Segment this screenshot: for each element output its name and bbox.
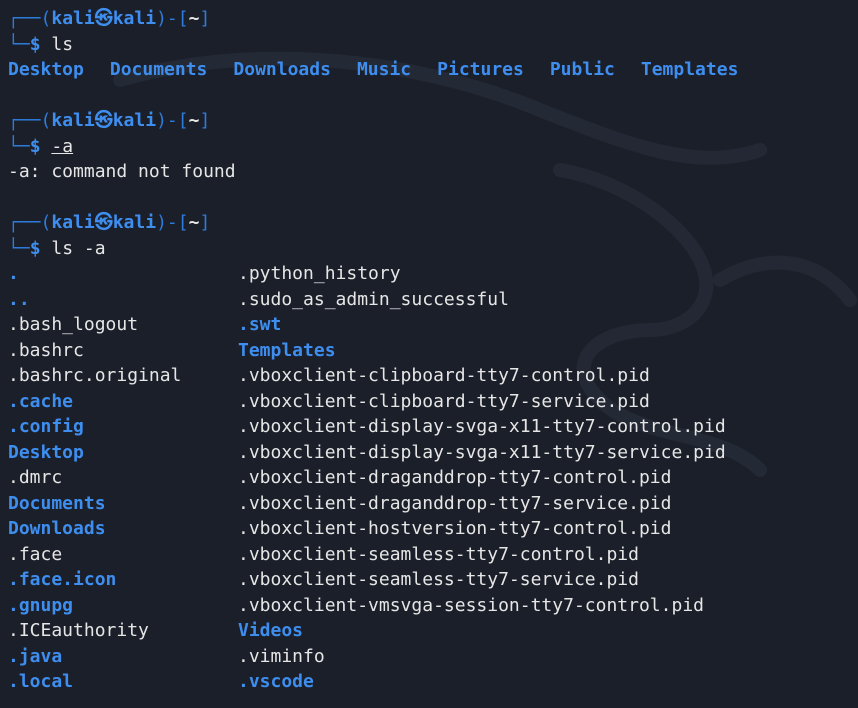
prompt-at-symbol: ㉿ bbox=[94, 212, 113, 233]
dir-entry: Desktop bbox=[8, 441, 84, 463]
dir-entry: .cache bbox=[8, 390, 74, 412]
file-entry: .vboxclient-display-svga-x11-tty7-contro… bbox=[238, 416, 726, 437]
list-item: .face.icon .vboxclient-seamless-tty7-serv… bbox=[8, 567, 850, 593]
list-item: .cache .vboxclient-clipboard-tty7-service… bbox=[8, 389, 850, 415]
list-item: Documents .vboxclient-draganddrop-tty7-se… bbox=[8, 491, 850, 517]
dir-entry: Desktop bbox=[8, 59, 84, 80]
command-line-3: └─$ ls -a bbox=[8, 237, 106, 259]
file-entry: .ICEauthority bbox=[8, 620, 149, 641]
list-item: .config .vboxclient-display-svga-x11-tty7… bbox=[8, 414, 850, 440]
file-entry: .face bbox=[8, 543, 63, 565]
prompt-user: kali bbox=[51, 212, 95, 233]
dir-entry: .gnupg bbox=[8, 594, 74, 616]
file-entry: .bash_logout bbox=[8, 314, 139, 335]
file-entry: .bashrc bbox=[8, 339, 84, 361]
dir-entry: .swt bbox=[238, 314, 282, 335]
dir-entry: Templates bbox=[238, 339, 336, 361]
file-entry: .vboxclient-clipboard-tty7-control.pid bbox=[238, 365, 650, 386]
dir-entry: Videos bbox=[238, 620, 304, 641]
prompt-cwd: ~ bbox=[188, 8, 200, 29]
command-text: -a bbox=[51, 135, 74, 157]
list-item: .bashrc.original .vboxclient-clipboard-tt… bbox=[8, 363, 850, 389]
dir-entry: Documents bbox=[8, 492, 106, 514]
dir-entry: .face.icon bbox=[8, 569, 117, 590]
dir-entry: .. bbox=[8, 288, 30, 310]
list-item: .ICEauthority Videos bbox=[8, 618, 850, 644]
dir-entry: Downloads bbox=[233, 59, 331, 80]
dir-entry: Downloads bbox=[8, 518, 106, 539]
prompt-cwd: ~ bbox=[188, 110, 200, 131]
list-item: .. .sudo_as_admin_successful bbox=[8, 287, 850, 313]
dir-entry: Music bbox=[356, 59, 412, 80]
prompt-dollar: $ bbox=[29, 33, 41, 55]
prompt-dollar: $ bbox=[29, 135, 41, 157]
list-item: Desktop .vboxclient-display-svga-x11-tty7… bbox=[8, 440, 850, 466]
dir-entry: .local bbox=[8, 671, 74, 692]
file-entry: .vboxclient-draganddrop-tty7-service.pid bbox=[238, 492, 672, 514]
ls-output-row: Desktop Documents Downloads Music Pictures Pu… bbox=[8, 57, 850, 83]
list-item: .gnupg .vboxclient-vmsvga-session-tty7-co… bbox=[8, 593, 850, 619]
command-line-1: └─$ ls bbox=[8, 33, 74, 55]
command-line-2: └─$ -a bbox=[8, 135, 74, 157]
file-entry: .bashrc.original bbox=[8, 365, 182, 386]
file-entry: .viminfo bbox=[238, 645, 325, 667]
prompt-line-3: ┌──(kali㉿kali)-[~] bbox=[8, 212, 211, 233]
file-entry: .vboxclient-draganddrop-tty7-control.pid bbox=[238, 467, 672, 488]
dir-entry: Templates bbox=[640, 59, 739, 80]
prompt-line-2: ┌──(kali㉿kali)-[~] bbox=[8, 110, 211, 131]
dir-entry: .java bbox=[8, 645, 63, 667]
prompt-host: kali bbox=[112, 212, 157, 233]
file-entry: .vboxclient-display-svga-x11-tty7-servic… bbox=[238, 441, 726, 463]
list-item: .bashrc Templates bbox=[8, 338, 850, 364]
prompt-cwd: ~ bbox=[188, 212, 200, 233]
prompt-line-1: ┌──(kali㉿kali)-[~] bbox=[8, 8, 211, 29]
terminal-output[interactable]: ┌──(kali㉿kali)-[~] └─$ ls Desktop Documen… bbox=[8, 6, 850, 695]
command-text: ls bbox=[51, 33, 74, 55]
file-entry: .vboxclient-seamless-tty7-service.pid bbox=[238, 569, 639, 590]
prompt-user: kali bbox=[51, 8, 95, 29]
command-text: ls -a bbox=[51, 237, 106, 259]
prompt-at-symbol: ㉿ bbox=[94, 110, 113, 131]
dir-entry: .config bbox=[8, 416, 84, 437]
dir-entry: . bbox=[8, 263, 19, 284]
prompt-host: kali bbox=[112, 110, 157, 131]
list-item: .bash_logout .swt bbox=[8, 312, 850, 338]
ls-a-listing: . .python_history.. .sudo_as_admin_success… bbox=[8, 261, 850, 695]
list-item: .dmrc .vboxclient-draganddrop-tty7-contro… bbox=[8, 465, 850, 491]
file-entry: .sudo_as_admin_successful bbox=[238, 288, 509, 310]
dir-entry: Public bbox=[549, 59, 615, 80]
file-entry: .vboxclient-vmsvga-session-tty7-control.… bbox=[238, 594, 704, 616]
prompt-dollar: $ bbox=[29, 237, 41, 259]
file-entry: .vboxclient-clipboard-tty7-service.pid bbox=[238, 390, 650, 412]
file-entry: .dmrc bbox=[8, 467, 63, 488]
dir-entry: Pictures bbox=[437, 59, 524, 80]
list-item: Downloads .vboxclient-hostversion-tty7-co… bbox=[8, 516, 850, 542]
prompt-host: kali bbox=[112, 8, 157, 29]
file-entry: .vboxclient-hostversion-tty7-control.pid bbox=[238, 518, 672, 539]
list-item: .local .vscode bbox=[8, 669, 850, 695]
dir-entry: Documents bbox=[109, 59, 208, 80]
error-message: -a: command not found bbox=[8, 161, 236, 182]
list-item: .java .viminfo bbox=[8, 644, 850, 670]
dir-entry: .vscode bbox=[238, 671, 314, 692]
prompt-at-symbol: ㉿ bbox=[94, 8, 113, 29]
file-entry: .python_history bbox=[238, 263, 401, 284]
file-entry: .vboxclient-seamless-tty7-control.pid bbox=[238, 543, 639, 565]
prompt-user: kali bbox=[51, 110, 95, 131]
list-item: .face .vboxclient-seamless-tty7-control.p… bbox=[8, 542, 850, 568]
list-item: . .python_history bbox=[8, 261, 850, 287]
